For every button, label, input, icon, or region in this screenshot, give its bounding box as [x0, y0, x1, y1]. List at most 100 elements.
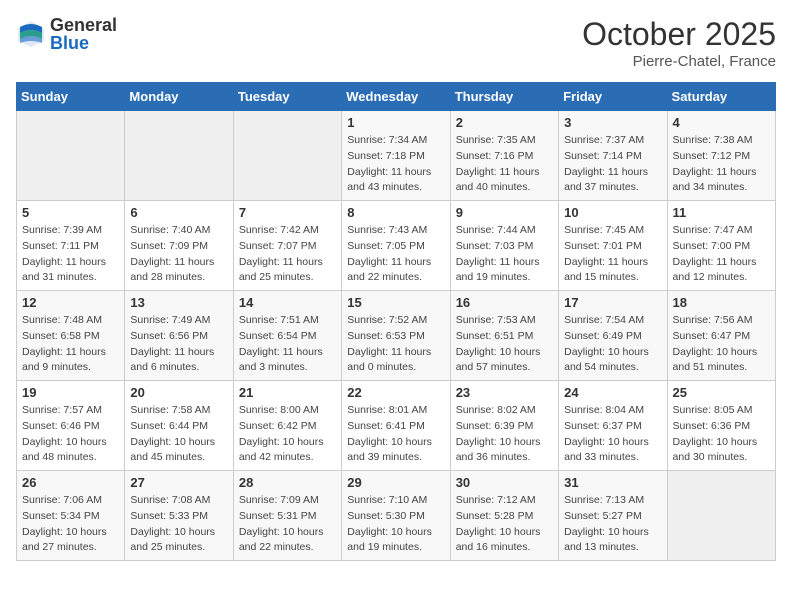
day-info: Sunrise: 7:54 AMSunset: 6:49 PMDaylight:… [564, 313, 661, 376]
calendar-cell: 1 Sunrise: 7:34 AMSunset: 7:18 PMDaylight… [342, 111, 450, 201]
day-number: 24 [564, 385, 661, 400]
calendar-cell: 16 Sunrise: 7:53 AMSunset: 6:51 PMDayligh… [450, 291, 558, 381]
day-number: 23 [456, 385, 553, 400]
day-number: 31 [564, 475, 661, 490]
calendar-cell: 15 Sunrise: 7:52 AMSunset: 6:53 PMDayligh… [342, 291, 450, 381]
day-number: 12 [22, 295, 119, 310]
calendar-cell: 3Sunrise: 7:37 AMSunset: 7:14 PMDaylight… [559, 111, 667, 201]
calendar-cell: 21 Sunrise: 8:00 AMSunset: 6:42 PMDayligh… [233, 381, 341, 471]
day-number: 21 [239, 385, 336, 400]
day-number: 5 [22, 205, 119, 220]
weekday-header: Sunday [17, 83, 125, 111]
calendar-cell: 2 Sunrise: 7:35 AMSunset: 7:16 PMDaylight… [450, 111, 558, 201]
day-number: 26 [22, 475, 119, 490]
calendar-cell: 5 Sunrise: 7:39 AMSunset: 7:11 PMDaylight… [17, 201, 125, 291]
day-number: 16 [456, 295, 553, 310]
day-info: Sunrise: 7:43 AMSunset: 7:05 PMDaylight:… [347, 223, 444, 286]
day-number: 9 [456, 205, 553, 220]
day-info: Sunrise: 7:35 AMSunset: 7:16 PMDaylight:… [456, 133, 553, 196]
day-info: Sunrise: 7:40 AMSunset: 7:09 PMDaylight:… [130, 223, 227, 286]
calendar-cell [17, 111, 125, 201]
calendar-cell: 6 Sunrise: 7:40 AMSunset: 7:09 PMDaylight… [125, 201, 233, 291]
day-number: 13 [130, 295, 227, 310]
title-block: October 2025 Pierre-Chatel, France [582, 16, 776, 70]
day-info: Sunrise: 7:44 AMSunset: 7:03 PMDaylight:… [456, 223, 553, 286]
day-number: 6 [130, 205, 227, 220]
calendar-week-row: 19Sunrise: 7:57 AMSunset: 6:46 PMDayligh… [17, 381, 776, 471]
calendar-week-row: 1 Sunrise: 7:34 AMSunset: 7:18 PMDaylight… [17, 111, 776, 201]
weekday-header-row: SundayMondayTuesdayWednesdayThursdayFrid… [17, 83, 776, 111]
calendar-cell: 14Sunrise: 7:51 AMSunset: 6:54 PMDayligh… [233, 291, 341, 381]
day-info: Sunrise: 7:09 AMSunset: 5:31 PMDaylight:… [239, 493, 336, 556]
day-number: 2 [456, 115, 553, 130]
day-number: 10 [564, 205, 661, 220]
calendar-cell: 28Sunrise: 7:09 AMSunset: 5:31 PMDayligh… [233, 471, 341, 561]
day-info: Sunrise: 7:53 AMSunset: 6:51 PMDaylight:… [456, 313, 553, 376]
calendar-cell: 26 Sunrise: 7:06 AMSunset: 5:34 PMDayligh… [17, 471, 125, 561]
calendar-cell [125, 111, 233, 201]
calendar-cell: 25Sunrise: 8:05 AMSunset: 6:36 PMDayligh… [667, 381, 775, 471]
calendar-cell: 8Sunrise: 7:43 AMSunset: 7:05 PMDaylight… [342, 201, 450, 291]
calendar-cell: 27Sunrise: 7:08 AMSunset: 5:33 PMDayligh… [125, 471, 233, 561]
day-info: Sunrise: 8:01 AMSunset: 6:41 PMDaylight:… [347, 403, 444, 466]
calendar-cell [667, 471, 775, 561]
day-info: Sunrise: 7:08 AMSunset: 5:33 PMDaylight:… [130, 493, 227, 556]
logo: General Blue [16, 16, 117, 52]
day-number: 30 [456, 475, 553, 490]
day-info: Sunrise: 8:05 AMSunset: 6:36 PMDaylight:… [673, 403, 770, 466]
day-info: Sunrise: 7:39 AMSunset: 7:11 PMDaylight:… [22, 223, 119, 286]
day-number: 20 [130, 385, 227, 400]
weekday-header: Friday [559, 83, 667, 111]
day-number: 3 [564, 115, 661, 130]
day-info: Sunrise: 8:00 AMSunset: 6:42 PMDaylight:… [239, 403, 336, 466]
day-info: Sunrise: 7:13 AMSunset: 5:27 PMDaylight:… [564, 493, 661, 556]
calendar-cell: 24 Sunrise: 8:04 AMSunset: 6:37 PMDayligh… [559, 381, 667, 471]
calendar-cell: 31 Sunrise: 7:13 AMSunset: 5:27 PMDayligh… [559, 471, 667, 561]
calendar-cell: 18 Sunrise: 7:56 AMSunset: 6:47 PMDayligh… [667, 291, 775, 381]
calendar-cell: 19Sunrise: 7:57 AMSunset: 6:46 PMDayligh… [17, 381, 125, 471]
logo-icon [16, 19, 46, 49]
day-number: 14 [239, 295, 336, 310]
logo-line2: Blue [50, 34, 117, 52]
day-number: 11 [673, 205, 770, 220]
calendar-title: October 2025 [582, 16, 776, 53]
day-number: 1 [347, 115, 444, 130]
day-number: 4 [673, 115, 770, 130]
day-info: Sunrise: 7:57 AMSunset: 6:46 PMDaylight:… [22, 403, 119, 466]
logo-line1: General [50, 16, 117, 34]
calendar-cell: 30 Sunrise: 7:12 AMSunset: 5:28 PMDayligh… [450, 471, 558, 561]
day-number: 18 [673, 295, 770, 310]
calendar-week-row: 26 Sunrise: 7:06 AMSunset: 5:34 PMDayligh… [17, 471, 776, 561]
day-number: 29 [347, 475, 444, 490]
calendar-cell: 4 Sunrise: 7:38 AMSunset: 7:12 PMDaylight… [667, 111, 775, 201]
calendar-subtitle: Pierre-Chatel, France [582, 53, 776, 70]
day-number: 15 [347, 295, 444, 310]
calendar-week-row: 5 Sunrise: 7:39 AMSunset: 7:11 PMDaylight… [17, 201, 776, 291]
day-info: Sunrise: 7:42 AMSunset: 7:07 PMDaylight:… [239, 223, 336, 286]
day-info: Sunrise: 7:52 AMSunset: 6:53 PMDaylight:… [347, 313, 444, 376]
day-info: Sunrise: 7:12 AMSunset: 5:28 PMDaylight:… [456, 493, 553, 556]
day-info: Sunrise: 7:49 AMSunset: 6:56 PMDaylight:… [130, 313, 227, 376]
calendar-cell: 23 Sunrise: 8:02 AMSunset: 6:39 PMDayligh… [450, 381, 558, 471]
calendar-cell: 13 Sunrise: 7:49 AMSunset: 6:56 PMDayligh… [125, 291, 233, 381]
day-info: Sunrise: 7:38 AMSunset: 7:12 PMDaylight:… [673, 133, 770, 196]
day-info: Sunrise: 7:58 AMSunset: 6:44 PMDaylight:… [130, 403, 227, 466]
page-header: General Blue October 2025 Pierre-Chatel,… [16, 16, 776, 70]
weekday-header: Wednesday [342, 83, 450, 111]
logo-text: General Blue [50, 16, 117, 52]
day-info: Sunrise: 7:47 AMSunset: 7:00 PMDaylight:… [673, 223, 770, 286]
calendar-cell: 7Sunrise: 7:42 AMSunset: 7:07 PMDaylight… [233, 201, 341, 291]
day-info: Sunrise: 7:56 AMSunset: 6:47 PMDaylight:… [673, 313, 770, 376]
day-info: Sunrise: 8:04 AMSunset: 6:37 PMDaylight:… [564, 403, 661, 466]
calendar-cell: 17Sunrise: 7:54 AMSunset: 6:49 PMDayligh… [559, 291, 667, 381]
calendar-cell: 22Sunrise: 8:01 AMSunset: 6:41 PMDayligh… [342, 381, 450, 471]
day-info: Sunrise: 8:02 AMSunset: 6:39 PMDaylight:… [456, 403, 553, 466]
day-info: Sunrise: 7:10 AMSunset: 5:30 PMDaylight:… [347, 493, 444, 556]
day-info: Sunrise: 7:34 AMSunset: 7:18 PMDaylight:… [347, 133, 444, 196]
day-info: Sunrise: 7:06 AMSunset: 5:34 PMDaylight:… [22, 493, 119, 556]
day-info: Sunrise: 7:45 AMSunset: 7:01 PMDaylight:… [564, 223, 661, 286]
calendar-cell: 29 Sunrise: 7:10 AMSunset: 5:30 PMDayligh… [342, 471, 450, 561]
weekday-header: Thursday [450, 83, 558, 111]
calendar-cell: 9 Sunrise: 7:44 AMSunset: 7:03 PMDaylight… [450, 201, 558, 291]
calendar-table: SundayMondayTuesdayWednesdayThursdayFrid… [16, 82, 776, 561]
